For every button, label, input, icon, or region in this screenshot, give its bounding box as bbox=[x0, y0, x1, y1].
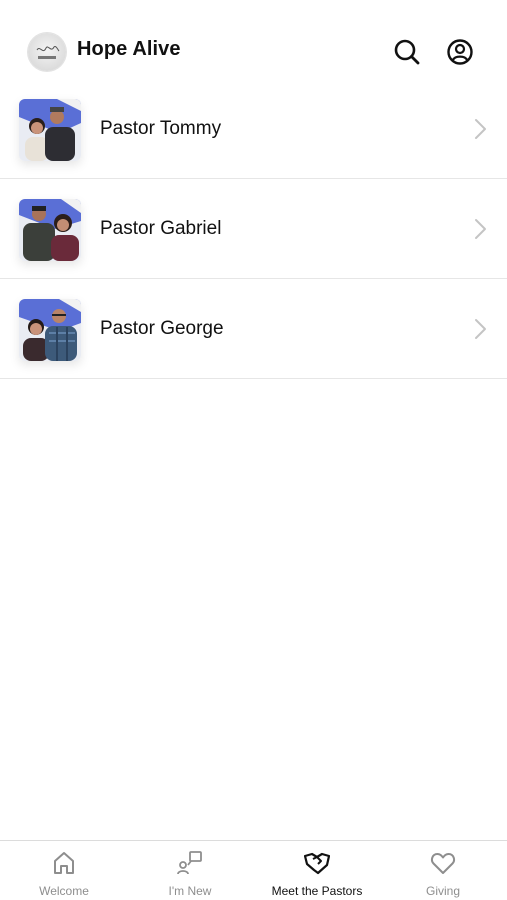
pastor-photo bbox=[19, 99, 81, 161]
pastor-row-george[interactable]: Pastor George bbox=[0, 279, 507, 379]
tab-label: Meet the Pastors bbox=[271, 884, 363, 898]
pastor-row-tommy[interactable]: Pastor Tommy bbox=[0, 79, 507, 179]
tab-meet-the-pastors[interactable]: Meet the Pastors bbox=[254, 841, 380, 900]
bottom-tab-bar: Welcome I'm New Meet the Pastors Giving bbox=[0, 840, 507, 900]
pastor-name: Pastor George bbox=[100, 318, 224, 339]
search-icon[interactable] bbox=[392, 37, 422, 67]
tab-label: Welcome bbox=[39, 884, 89, 898]
handshake-icon bbox=[303, 850, 331, 876]
app-logo bbox=[28, 33, 66, 71]
chevron-right-icon bbox=[472, 318, 488, 340]
tab-label: I'm New bbox=[168, 884, 212, 898]
app-title: Hope Alive bbox=[77, 38, 181, 60]
user-circle-icon[interactable] bbox=[445, 37, 475, 67]
pastor-name: Pastor Gabriel bbox=[100, 218, 222, 239]
heart-icon bbox=[430, 850, 456, 876]
tab-im-new[interactable]: I'm New bbox=[127, 841, 253, 900]
tab-giving[interactable]: Giving bbox=[380, 841, 506, 900]
pastor-photo bbox=[19, 199, 81, 261]
chevron-right-icon bbox=[472, 218, 488, 240]
pastor-list: Pastor Tommy Pastor Gabriel Pastor Georg… bbox=[0, 79, 507, 379]
chevron-right-icon bbox=[472, 118, 488, 140]
tab-label: Giving bbox=[425, 884, 460, 898]
pastor-row-gabriel[interactable]: Pastor Gabriel bbox=[0, 179, 507, 279]
pastor-name: Pastor Tommy bbox=[100, 118, 222, 139]
tab-welcome[interactable]: Welcome bbox=[1, 841, 127, 900]
home-icon bbox=[51, 850, 77, 876]
new-person-icon bbox=[177, 850, 203, 876]
pastor-photo bbox=[19, 299, 81, 361]
